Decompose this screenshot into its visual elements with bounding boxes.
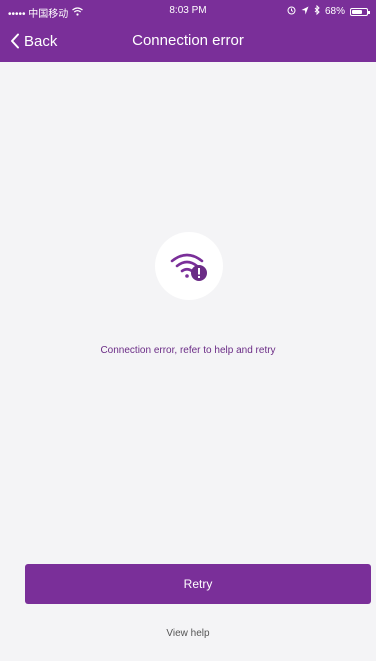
view-help-link[interactable]: View help <box>0 628 376 639</box>
status-bar-right: 68% <box>287 4 370 18</box>
status-bar: ••••• 中国移动 8:03 PM 68% <box>0 0 376 20</box>
battery-percent: 68% <box>324 6 345 17</box>
main-content: Connection error, refer to help and retr… <box>0 62 376 661</box>
back-label: Back <box>24 32 58 50</box>
alarm-icon <box>287 6 296 18</box>
battery-icon <box>350 7 370 16</box>
battery-fill <box>352 9 362 14</box>
location-icon <box>301 6 309 18</box>
bluetooth-icon <box>314 4 320 18</box>
error-message: Connection error, refer to help and retr… <box>100 345 276 356</box>
retry-button[interactable]: Retry <box>25 564 371 604</box>
wifi-error-icon <box>170 253 207 281</box>
chevron-left-icon <box>11 33 19 49</box>
error-icon-container <box>155 232 223 300</box>
back-button[interactable]: Back <box>10 20 57 62</box>
navigation-bar: Back Connection error <box>0 20 376 62</box>
